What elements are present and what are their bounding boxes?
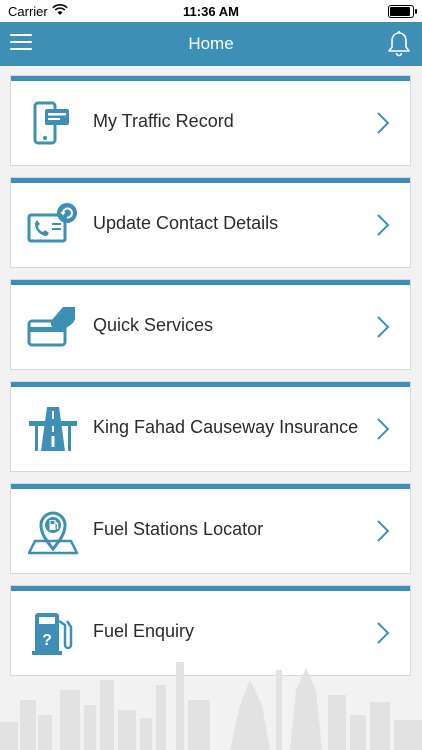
- menu-item-label: King Fahad Causeway Insurance: [93, 417, 359, 437]
- city-skyline-decoration: [0, 662, 422, 750]
- chevron-right-icon: [377, 316, 390, 338]
- causeway-icon: [29, 407, 77, 451]
- menu-item-fuel-locator[interactable]: Fuel Stations Locator: [11, 484, 410, 573]
- chevron-right-icon: [377, 520, 390, 542]
- menu-item-label: My Traffic Record: [93, 111, 234, 131]
- fuel-pump-icon: ?: [32, 613, 73, 655]
- chevron-right-icon: [377, 214, 390, 236]
- nav-bar: Home: [0, 22, 422, 66]
- menu-item-label: Update Contact Details: [93, 213, 279, 233]
- contact-card-icon: [27, 203, 77, 243]
- battery-icon: [388, 5, 417, 18]
- card-hand-icon: [27, 307, 75, 347]
- menu-item-quick-services[interactable]: Quick Services: [11, 280, 410, 369]
- map-pin-fuel-icon: [27, 511, 79, 555]
- svg-text:?: ?: [42, 632, 52, 649]
- traffic-record-icon: [33, 101, 69, 145]
- menu-item-traffic-record[interactable]: My Traffic Record: [11, 76, 410, 165]
- bell-icon[interactable]: [386, 30, 412, 58]
- page-title: Home: [188, 34, 234, 53]
- menu-item-label: Fuel Enquiry: [93, 621, 195, 641]
- menu-item-label: Fuel Stations Locator: [93, 519, 264, 539]
- status-time: 11:36 AM: [183, 4, 239, 19]
- menu-item-update-contact[interactable]: Update Contact Details: [11, 178, 410, 267]
- chevron-right-icon: [377, 622, 390, 644]
- chevron-right-icon: [377, 112, 390, 134]
- menu-item-causeway-insurance[interactable]: King Fahad Causeway Insurance: [11, 382, 410, 471]
- chevron-right-icon: [377, 418, 390, 440]
- menu-item-label: Quick Services: [93, 315, 214, 335]
- status-bar: Carrier 11:36 AM: [0, 0, 422, 22]
